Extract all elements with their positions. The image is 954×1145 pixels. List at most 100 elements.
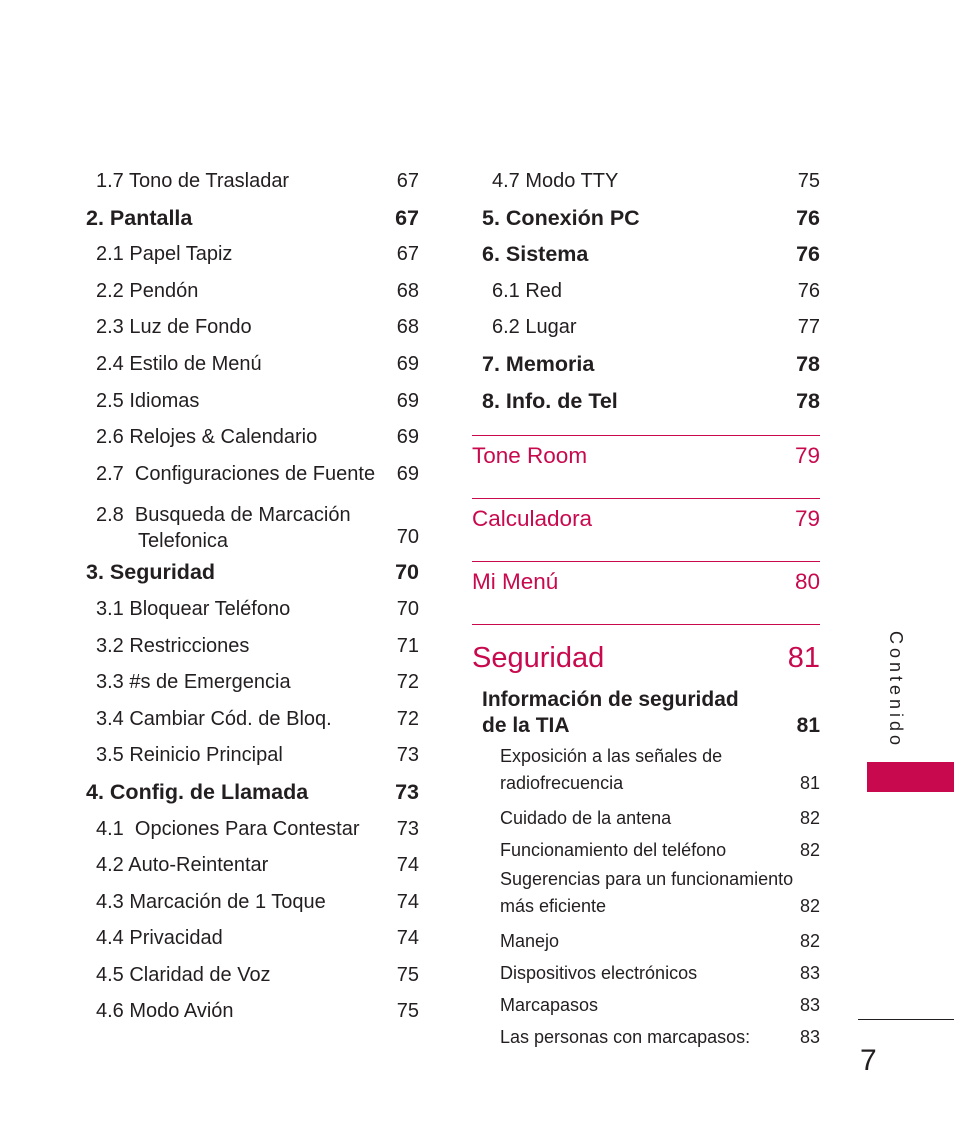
toc-section-mi-men-[interactable]: Mi Menú 80 — [472, 561, 820, 624]
toc-sub-entry[interactable]: 3.5 Reinicio Principal 73 — [86, 737, 419, 774]
toc-sub-entry[interactable]: 4.6 Modo Avión 75 — [86, 993, 419, 1030]
entry-page: 72 — [396, 707, 419, 730]
tia-heading[interactable]: Información de seguridad de la TIA 81 — [472, 687, 820, 739]
entry-label: 2.5 Idiomas — [96, 389, 200, 412]
entry-page: 73 — [396, 744, 419, 767]
toc-main-entry[interactable]: 2. Pantalla 67 — [86, 200, 419, 237]
entry-label: 3.5 Reinicio Principal — [96, 744, 283, 767]
toc-sections: Tone Room 79 Calculadora 79 Mi Menú 80 — [472, 435, 820, 624]
section-label: Tone Room — [472, 443, 588, 469]
entry-label: Sugerencias para un funcionamiento — [500, 869, 794, 890]
toc-sub-entry[interactable]: 2.2 Pendón 68 — [86, 273, 419, 310]
entry-label: 3.4 Cambiar Cód. de Bloq. — [96, 707, 332, 730]
toc-main-entry[interactable]: 6. Sistema 76 — [472, 236, 820, 273]
entry-page: 69 — [396, 389, 419, 412]
entry-page: 82 — [799, 931, 820, 952]
entry-label: 2.4 Estilo de Menú — [96, 352, 262, 375]
toc-sub-entry[interactable]: 3.2 Restricciones 71 — [86, 628, 419, 665]
toc-sub-entry[interactable]: 6.2 Lugar 77 — [472, 309, 820, 346]
tia-entry[interactable]: Sugerencias para un funcionamiento más ef… — [472, 866, 820, 920]
toc-section-tone-room[interactable]: Tone Room 79 — [472, 435, 820, 498]
entry-label: 3.3 #s de Emergencia — [96, 671, 291, 694]
toc-sub-entry[interactable]: 6.1 Red 76 — [472, 273, 820, 310]
entry-page: 69 — [396, 462, 419, 485]
entry-label: Las personas con marcapasos: — [500, 1027, 751, 1048]
tia-entry[interactable]: Cuidado de la antena 82 — [472, 802, 820, 834]
toc-sub-entry[interactable]: 4.1 Opciones Para Contestar 73 — [86, 811, 419, 848]
entry-label: 2.3 Luz de Fondo — [96, 316, 252, 339]
entry-label: Exposición a las señales de — [500, 746, 723, 767]
entry-row: Funcionamiento del teléfono 82 — [500, 834, 820, 866]
tia-entry[interactable]: Exposición a las señales de radiofrecuenc… — [472, 743, 820, 797]
entry-page: 67 — [396, 243, 419, 266]
entry-label: 1.7 Tono de Trasladar — [96, 170, 290, 192]
entry-page: 76 — [796, 242, 820, 267]
entry-label: Manejo — [500, 931, 560, 952]
toc-sub-entry[interactable]: 4.2 Auto-Reintentar 74 — [86, 847, 419, 884]
tia-entry[interactable]: Las personas con marcapasos: 83 — [472, 1021, 820, 1053]
entry-label: 4.3 Marcación de 1 Toque — [96, 890, 326, 913]
entry-page: 83 — [799, 1027, 820, 1048]
entry-row: Las personas con marcapasos: 83 — [500, 1021, 820, 1053]
entry-row: Manejo 82 — [500, 925, 820, 957]
section-page: 79 — [794, 506, 820, 532]
entry-page: 71 — [396, 634, 419, 657]
entry-label: 2.2 Pendón — [96, 279, 199, 302]
tia-entry[interactable]: Dispositivos electrónicos 83 — [472, 957, 820, 989]
entry-page: 82 — [799, 840, 820, 861]
toc-sub-entry[interactable]: 2.3 Luz de Fondo 68 — [86, 309, 419, 346]
entry-label: 3.2 Restricciones — [96, 634, 250, 657]
entry-label: Cuidado de la antena — [500, 808, 672, 829]
toc-main-entry[interactable]: 4. Config. de Llamada 73 — [86, 774, 419, 811]
entry-page: 70 — [396, 526, 419, 549]
entry-label: 2.6 Relojes & Calendario — [96, 426, 318, 449]
entry-label: Dispositivos electrónicos — [500, 963, 698, 984]
tia-entry[interactable]: Funcionamiento del teléfono 82 — [472, 834, 820, 866]
entry-label: 4.6 Modo Avión — [96, 1000, 234, 1023]
entry-label: 6. Sistema — [482, 242, 589, 267]
entry-page: 76 — [797, 279, 820, 302]
toc-sub-entry[interactable]: 4.3 Marcación de 1 Toque 74 — [86, 884, 419, 921]
toc-left-column: 1.7 Tono de Trasladar 67 2. Pantalla 67 2.1 … — [86, 163, 419, 1030]
entry-page: 82 — [799, 808, 820, 829]
entry-page: 69 — [396, 352, 419, 375]
toc-sub-entry[interactable]: 3.4 Cambiar Cód. de Bloq. 72 — [86, 701, 419, 738]
entry-label: 2.1 Papel Tapiz — [96, 243, 233, 266]
toc-sub-entry[interactable]: 2.1 Papel Tapiz 67 — [86, 236, 419, 273]
entry-label: 4.7 Modo TTY — [492, 170, 619, 192]
toc-sub-entry[interactable]: 2.4 Estilo de Menú 69 — [86, 346, 419, 383]
toc-section-calculadora[interactable]: Calculadora 79 — [472, 498, 820, 561]
toc-sub-entry[interactable]: 3.3 #s de Emergencia 72 — [86, 664, 419, 701]
entry-page: 67 — [396, 170, 419, 192]
entry-label-cont: radiofrecuencia — [500, 773, 624, 794]
entry-page: 81 — [799, 773, 820, 794]
section-label: Seguridad — [472, 642, 605, 675]
entry-label-cont: más eficiente — [500, 896, 607, 917]
toc-main-entry[interactable]: 3. Seguridad 70 — [86, 554, 419, 591]
entry-page: 76 — [796, 205, 820, 230]
toc-right-column: 4.7 Modo TTY 75 5. Conexión PC 76 6. Sistema… — [472, 163, 820, 1053]
toc-main-entry[interactable]: 7. Memoria 78 — [472, 346, 820, 383]
toc-sub-entry[interactable]: 2.8 Busqueda de Marcación Telefonica 70 — [86, 492, 419, 554]
toc-sub-entry[interactable]: 4.5 Claridad de Voz 75 — [86, 957, 419, 994]
tia-heading-line1: Información de seguridad — [482, 688, 739, 712]
toc-sub-entry[interactable]: 4.4 Privacidad 74 — [86, 920, 419, 957]
toc-main-entry[interactable]: 5. Conexión PC 76 — [472, 200, 820, 237]
toc-sub-entry[interactable]: 2.6 Relojes & Calendario 69 — [86, 419, 419, 456]
toc-main-entry[interactable]: 8. Info. de Tel 78 — [472, 383, 820, 420]
tia-entry[interactable]: Manejo 82 — [472, 925, 820, 957]
toc-sub-entry[interactable]: 3.1 Bloquear Teléfono 70 — [86, 591, 419, 628]
toc-sub-entry[interactable]: 2.5 Idiomas 69 — [86, 383, 419, 420]
toc-sub-entry[interactable]: 1.7 Tono de Trasladar 67 — [86, 163, 419, 200]
entry-page: 74 — [396, 927, 419, 950]
toc-section-seguridad[interactable]: Seguridad 81 — [472, 624, 820, 681]
entry-label: 6.1 Red — [492, 279, 563, 302]
entry-label: 7. Memoria — [482, 351, 595, 376]
toc-sub-entry[interactable]: 4.7 Modo TTY 75 — [472, 163, 820, 200]
entry-label-wrap: 2.8 Busqueda de Marcación Telefonica — [96, 502, 351, 554]
tia-entry[interactable]: Marcapasos 83 — [472, 989, 820, 1021]
entry-page: 83 — [799, 995, 820, 1016]
toc-sub-entry[interactable]: 2.7 Configuraciones de Fuente 69 — [86, 456, 419, 493]
entry-page: 69 — [396, 426, 419, 449]
entry-page: 77 — [797, 316, 820, 339]
